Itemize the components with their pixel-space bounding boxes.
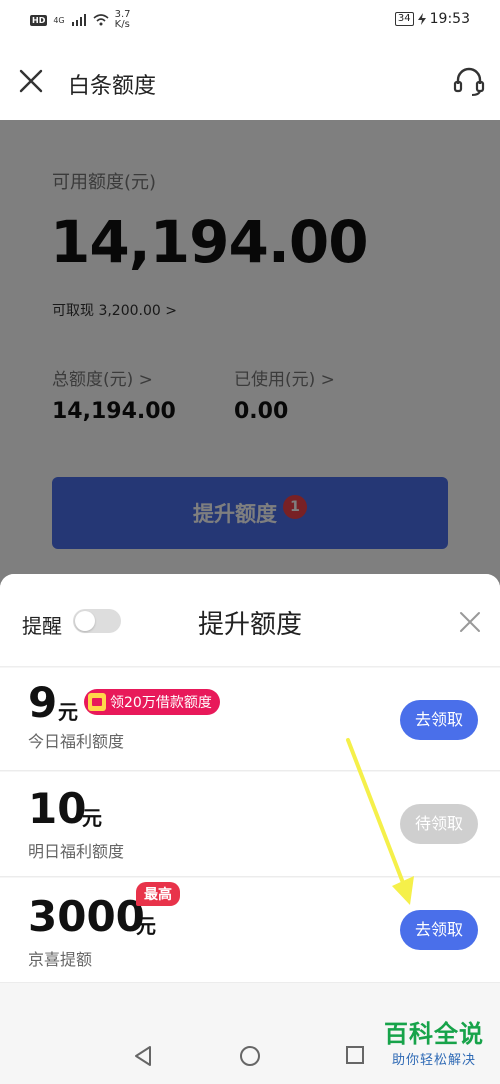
benefit-unit: 元 [136,914,156,938]
promo-tag[interactable]: 领20万借款额度 [84,689,220,715]
benefit-desc: 京喜提额 [28,950,93,969]
wifi-icon [93,14,109,26]
gift-icon [88,693,106,711]
raise-limit-sheet: 提醒 提升额度 9 元 领20万借款额度 今日福利额度 去领取 10 元 明日福… [0,574,500,1084]
status-bar: HD 4G 3.7 K/s 34 19:53 [0,0,500,44]
network-indicator: 4G [53,15,65,25]
watermark-sub: 助你轻松解决 [391,1053,476,1068]
charging-icon [417,13,426,25]
status-right: 34 19:53 [394,11,470,27]
benefit-row-tomorrow: 10 元 明日福利额度 待领取 [0,772,500,877]
system-nav-bar: 百科全说 助你轻松解决 [0,1020,500,1084]
benefit-amount: 10 [28,784,87,833]
sheet-title: 提升额度 [197,610,302,640]
app-header: 白条额度 [0,44,500,120]
claim-button[interactable]: 去领取 [400,700,478,740]
speed-unit: K/s [114,19,130,30]
page-title: 白条额度 [68,74,157,99]
benefit-row-today: 9 元 领20万借款额度 今日福利额度 去领取 [0,668,500,771]
network-speed: 3.7 K/s [115,10,131,30]
benefit-amount: 9 [28,678,58,727]
watermark-main: 百科全说 [384,1020,484,1048]
max-tag: 最高 [136,882,180,906]
headset-icon[interactable] [452,64,486,98]
promo-tag-label: 领20万借款额度 [110,695,212,711]
close-icon[interactable] [458,610,482,634]
benefit-desc: 今日福利额度 [28,732,125,751]
benefit-row-jingxi: 3000 元 最高 京喜提额 去领取 [0,878,500,983]
close-icon[interactable] [18,68,44,94]
clock: 19:53 [429,11,470,27]
battery-level: 34 [394,12,414,26]
back-icon[interactable] [132,1044,154,1068]
home-icon[interactable] [239,1045,261,1067]
pending-claim-button[interactable]: 待领取 [400,804,478,844]
status-left: HD 4G 3.7 K/s [30,10,131,30]
benefit-amount: 3000 [28,892,145,941]
hd-indicator: HD [30,14,48,26]
recent-apps-icon[interactable] [346,1046,364,1064]
benefit-unit: 元 [58,700,78,724]
signal-icon [71,14,86,26]
watermark: 百科全说 助你轻松解决 [384,1014,484,1068]
sheet-header: 提醒 提升额度 [0,574,500,667]
claim-button[interactable]: 去领取 [400,910,478,950]
benefit-unit: 元 [82,806,102,830]
benefit-desc: 明日福利额度 [28,842,125,861]
